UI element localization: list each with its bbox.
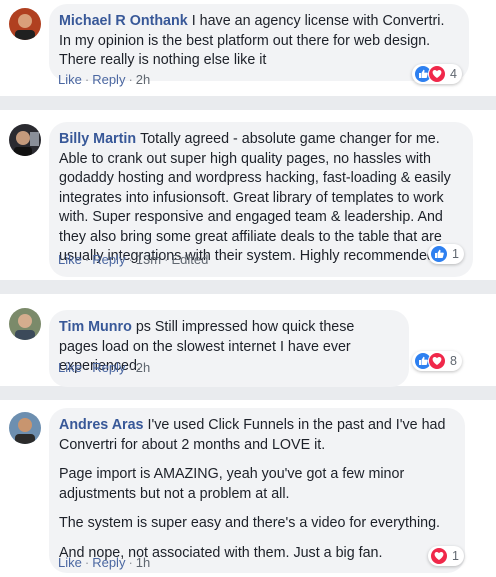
comment-paragraph: The system is super easy and there's a v… [59,515,440,531]
avatar[interactable] [9,124,41,156]
like-link[interactable]: Like [58,72,82,87]
love-icon [428,352,446,370]
reply-link[interactable]: Reply [92,555,125,570]
comment-separator [0,280,496,294]
like-icon [430,245,448,263]
separator-dot: · [84,72,90,87]
like-link[interactable]: Like [58,555,82,570]
separator-dot: · [128,72,133,87]
reaction-count: 1 [452,549,459,563]
reply-link[interactable]: Reply [92,360,125,375]
comment-paragraph: Andres Aras I've used Click Funnels in th… [59,416,453,455]
comment-time[interactable]: 2h [136,360,150,375]
like-link[interactable]: Like [58,360,82,375]
comment-time[interactable]: 1h [136,555,150,570]
reaction-count: 8 [450,354,457,368]
comment-time[interactable]: 2h [136,72,150,87]
comment-actions: Like · Reply · 1h [58,555,150,570]
comment-author[interactable]: Andres Aras [59,417,144,433]
comment-actions: Like · Reply · 2h [58,360,150,375]
reactions-badge[interactable]: 4 [412,64,462,84]
separator-dot: · [164,252,169,267]
avatar[interactable] [9,8,41,40]
comment-paragraph: Page import is AMAZING, yeah you've got … [59,466,405,502]
comment-time[interactable]: 13m [136,252,161,267]
like-link[interactable]: Like [58,252,82,267]
reply-link[interactable]: Reply [92,72,125,87]
avatar[interactable] [9,412,41,444]
comment-author[interactable]: Tim Munro [59,319,132,335]
comment-separator [0,386,496,400]
comment-author[interactable]: Michael R Onthank [59,13,188,29]
reply-link[interactable]: Reply [92,252,125,267]
separator-dot: · [84,360,90,375]
separator-dot: · [84,252,90,267]
love-icon [428,65,446,83]
comment-bubble: Tim Munro ps Still impressed how quick th… [49,310,409,387]
love-icon [430,547,448,565]
comment-text: Totally agreed - absolute game changer f… [59,131,451,264]
separator-dot: · [128,252,133,267]
comment-bubble: Andres Aras I've used Click Funnels in th… [49,408,465,573]
reaction-count: 4 [450,67,457,81]
avatar[interactable] [9,308,41,340]
reaction-count: 1 [452,247,459,261]
comment-author[interactable]: Billy Martin [59,131,136,147]
reactions-badge[interactable]: 1 [428,244,464,264]
reactions-badge[interactable]: 1 [428,546,464,566]
comment-separator [0,96,496,110]
separator-dot: · [84,555,90,570]
comment-bubble: Michael R Onthank I have an agency licens… [49,4,469,81]
comment-actions: Like · Reply · 2h [58,72,150,87]
edited-label[interactable]: Edited [171,252,208,267]
comment-actions: Like · Reply · 13m · Edited [58,252,208,267]
reactions-badge[interactable]: 8 [412,351,462,371]
separator-dot: · [128,360,133,375]
separator-dot: · [128,555,133,570]
